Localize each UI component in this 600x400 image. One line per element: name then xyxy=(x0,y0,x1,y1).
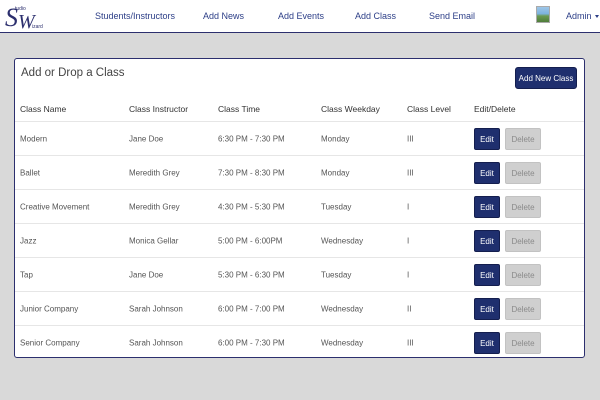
edit-button[interactable]: Edit xyxy=(474,128,500,150)
instructor-cell: Meredith Grey xyxy=(129,202,180,211)
nav-add-news[interactable]: Add News xyxy=(203,11,244,21)
level-cell: I xyxy=(407,236,410,245)
nav-students-instructors[interactable]: Students/Instructors xyxy=(95,11,175,21)
class-name-cell: Jazz xyxy=(20,236,37,245)
studio-wizard-logo-icon[interactable]: S W tudio izard xyxy=(4,1,48,31)
instructor-cell: Jane Doe xyxy=(129,270,164,279)
header-class-level: Class Level xyxy=(407,104,451,114)
time-cell: 5:00 PM - 6:00PM xyxy=(218,236,283,245)
table-row: Senior Company Sarah Johnson 6:00 PM - 7:3… xyxy=(15,325,584,359)
table-row: Modern Jane Doe 6:30 PM - 7:30 PM Monday III… xyxy=(15,121,584,155)
table-row: Creative Movement Meredith Grey 4:30 PM - … xyxy=(15,189,584,223)
instructor-cell: Jane Doe xyxy=(129,134,164,143)
nav-send-email[interactable]: Send Email xyxy=(429,11,475,21)
delete-button[interactable]: Delete xyxy=(505,298,541,320)
time-cell: 6:00 PM - 7:00 PM xyxy=(218,304,285,313)
class-name-cell: Junior Company xyxy=(20,304,79,313)
weekday-cell: Monday xyxy=(321,168,350,177)
header-edit-delete: Edit/Delete xyxy=(474,104,516,114)
weekday-cell: Wednesday xyxy=(321,338,364,347)
admin-label: Admin xyxy=(566,11,592,21)
time-cell: 4:30 PM - 5:30 PM xyxy=(218,202,285,211)
table-row: Junior Company Sarah Johnson 6:00 PM - 7:0… xyxy=(15,291,584,325)
caret-down-icon xyxy=(594,15,599,19)
edit-button[interactable]: Edit xyxy=(474,230,500,252)
edit-button[interactable]: Edit xyxy=(474,162,500,184)
header-class-name: Class Name xyxy=(20,104,67,114)
weekday-cell: Wednesday xyxy=(321,304,364,313)
time-cell: 6:30 PM - 7:30 PM xyxy=(218,134,285,143)
delete-button[interactable]: Delete xyxy=(505,332,541,354)
panel-title: Add or Drop a Class xyxy=(21,67,125,79)
instructor-cell: Meredith Grey xyxy=(129,168,180,177)
table-row: Jazz Monica Gellar 5:00 PM - 6:00PM Wednesd… xyxy=(15,223,584,257)
header-class-weekday: Class Weekday xyxy=(321,104,380,114)
header-class-instructor: Class Instructor xyxy=(129,104,189,114)
class-name-cell: Senior Company xyxy=(20,338,80,347)
avatar-icon[interactable] xyxy=(536,6,550,23)
weekday-cell: Wednesday xyxy=(321,236,364,245)
level-cell: I xyxy=(407,270,410,279)
delete-button[interactable]: Delete xyxy=(505,196,541,218)
level-cell: II xyxy=(407,304,412,313)
class-name-cell: Modern xyxy=(20,134,48,143)
delete-button[interactable]: Delete xyxy=(505,162,541,184)
instructor-cell: Monica Gellar xyxy=(129,236,179,245)
svg-text:tudio: tudio xyxy=(15,6,26,12)
weekday-cell: Monday xyxy=(321,134,350,143)
nav-add-class[interactable]: Add Class xyxy=(355,11,396,21)
table-row: Tap Jane Doe 5:30 PM - 6:30 PM Tuesday I Edit… xyxy=(15,257,584,291)
table-row: Ballet Meredith Grey 7:30 PM - 8:30 PM Mond… xyxy=(15,155,584,189)
level-cell: III xyxy=(407,134,414,143)
table-header-row: Class Name Class Instructor Class Time C… xyxy=(15,97,584,121)
instructor-cell: Sarah Johnson xyxy=(129,304,183,313)
class-name-cell: Creative Movement xyxy=(20,202,90,211)
classes-table: Class Name Class Instructor Class Time C… xyxy=(15,97,584,359)
add-new-class-button[interactable]: Add New Class xyxy=(515,67,577,89)
delete-button[interactable]: Delete xyxy=(505,264,541,286)
class-name-cell: Ballet xyxy=(20,168,41,177)
classes-panel: Add or Drop a Class Add New Class Class … xyxy=(14,58,585,358)
level-cell: I xyxy=(407,202,410,211)
instructor-cell: Sarah Johnson xyxy=(129,338,183,347)
level-cell: III xyxy=(407,338,414,347)
admin-menu[interactable]: Admin xyxy=(566,11,599,21)
time-cell: 7:30 PM - 8:30 PM xyxy=(218,168,285,177)
weekday-cell: Tuesday xyxy=(321,202,352,211)
top-navbar: S W tudio izard Students/Instructors Add… xyxy=(0,0,600,33)
delete-button[interactable]: Delete xyxy=(505,230,541,252)
nav-add-events[interactable]: Add Events xyxy=(278,11,324,21)
edit-button[interactable]: Edit xyxy=(474,298,500,320)
edit-button[interactable]: Edit xyxy=(474,332,500,354)
edit-button[interactable]: Edit xyxy=(474,196,500,218)
header-class-time: Class Time xyxy=(218,104,261,114)
level-cell: III xyxy=(407,168,414,177)
class-name-cell: Tap xyxy=(20,270,33,279)
time-cell: 6:00 PM - 7:30 PM xyxy=(218,338,285,347)
weekday-cell: Tuesday xyxy=(321,270,352,279)
delete-button[interactable]: Delete xyxy=(505,128,541,150)
time-cell: 5:30 PM - 6:30 PM xyxy=(218,270,285,279)
svg-text:izard: izard xyxy=(32,24,43,30)
edit-button[interactable]: Edit xyxy=(474,264,500,286)
